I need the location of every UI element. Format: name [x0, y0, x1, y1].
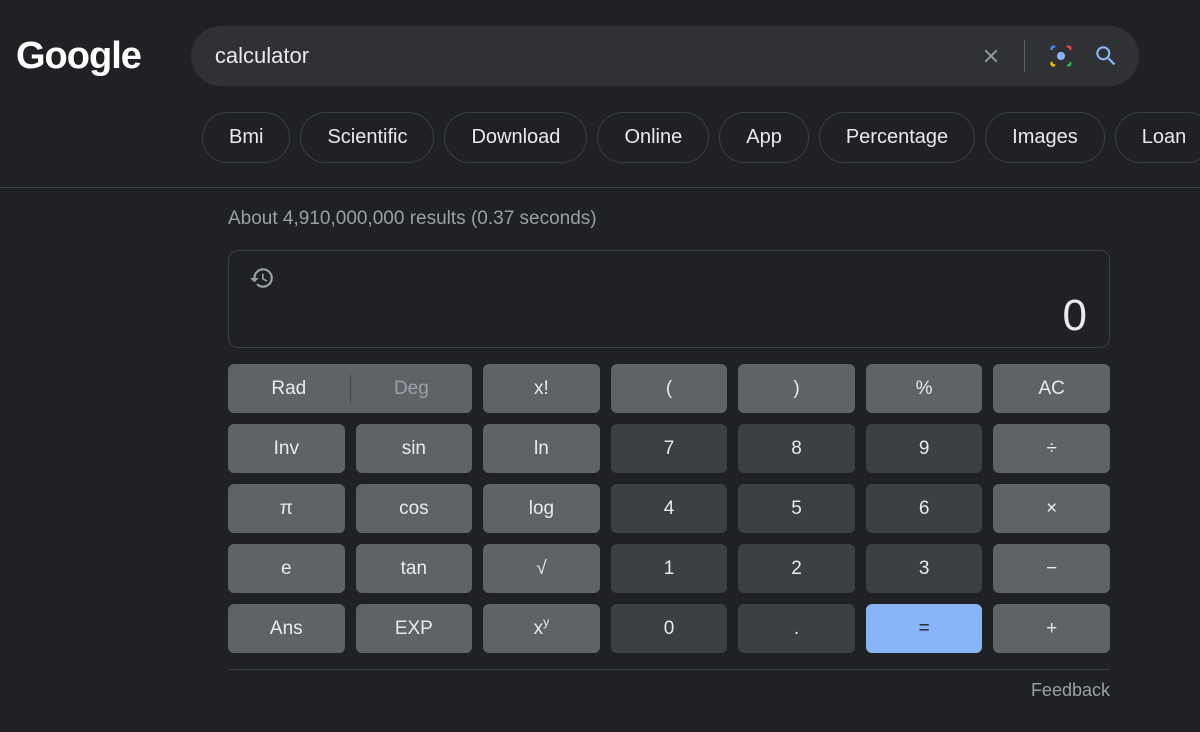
calc-display: 0 — [228, 250, 1110, 348]
chip-online[interactable]: Online — [597, 112, 709, 163]
deg-label: Deg — [351, 378, 473, 400]
num2-button[interactable]: 2 — [738, 544, 855, 593]
multiply-button[interactable]: × — [993, 484, 1110, 533]
chip-app[interactable]: App — [719, 112, 809, 163]
pow-sup: y — [543, 615, 549, 629]
suggestion-chips: Bmi Scientific Download Online App Perce… — [0, 86, 1200, 163]
num5-button[interactable]: 5 — [738, 484, 855, 533]
inv-button[interactable]: Inv — [228, 424, 345, 473]
chip-bmi[interactable]: Bmi — [202, 112, 290, 163]
divider — [0, 187, 1200, 188]
lens-icon[interactable] — [1047, 42, 1075, 70]
log-button[interactable]: log — [483, 484, 600, 533]
ln-button[interactable]: ln — [483, 424, 600, 473]
ac-button[interactable]: AC — [993, 364, 1110, 413]
lparen-button[interactable]: ( — [611, 364, 728, 413]
chip-scientific[interactable]: Scientific — [300, 112, 434, 163]
rad-deg-toggle[interactable]: Rad Deg — [228, 364, 472, 413]
num4-button[interactable]: 4 — [611, 484, 728, 533]
num7-button[interactable]: 7 — [611, 424, 728, 473]
plus-button[interactable]: + — [993, 604, 1110, 653]
history-icon[interactable] — [249, 265, 275, 291]
num3-button[interactable]: 3 — [866, 544, 983, 593]
feedback-link[interactable]: Feedback — [1031, 680, 1110, 701]
pi-button[interactable]: π — [228, 484, 345, 533]
num6-button[interactable]: 6 — [866, 484, 983, 533]
search-input[interactable] — [215, 43, 980, 69]
divider — [1024, 40, 1025, 72]
num8-button[interactable]: 8 — [738, 424, 855, 473]
chip-percentage[interactable]: Percentage — [819, 112, 975, 163]
pow-base: x — [534, 618, 544, 640]
cos-button[interactable]: cos — [356, 484, 473, 533]
chip-download[interactable]: Download — [444, 112, 587, 163]
percent-button[interactable]: % — [866, 364, 983, 413]
minus-button[interactable]: − — [993, 544, 1110, 593]
num1-button[interactable]: 1 — [611, 544, 728, 593]
rparen-button[interactable]: ) — [738, 364, 855, 413]
clear-icon[interactable] — [980, 45, 1002, 67]
google-logo[interactable]: Google — [16, 35, 141, 78]
sqrt-button[interactable]: √ — [483, 544, 600, 593]
num9-button[interactable]: 9 — [866, 424, 983, 473]
pow-button[interactable]: xy — [483, 604, 600, 653]
search-icon[interactable] — [1093, 43, 1119, 69]
search-bar — [191, 26, 1139, 86]
ans-button[interactable]: Ans — [228, 604, 345, 653]
num0-button[interactable]: 0 — [611, 604, 728, 653]
equals-button[interactable]: = — [866, 604, 983, 653]
chip-loan[interactable]: Loan — [1115, 112, 1200, 163]
divide-button[interactable]: ÷ — [993, 424, 1110, 473]
dot-button[interactable]: . — [738, 604, 855, 653]
sin-button[interactable]: sin — [356, 424, 473, 473]
chip-images[interactable]: Images — [985, 112, 1105, 163]
display-value: 0 — [1063, 291, 1087, 341]
tan-button[interactable]: tan — [356, 544, 473, 593]
results-count: About 4,910,000,000 results (0.37 second… — [228, 208, 1200, 230]
exp-button[interactable]: EXP — [356, 604, 473, 653]
calculator-widget: 0 Rad Deg x! ( ) % AC Inv sin ln 7 8 9 ÷… — [228, 250, 1110, 701]
rad-label: Rad — [228, 378, 350, 400]
e-button[interactable]: e — [228, 544, 345, 593]
factorial-button[interactable]: x! — [483, 364, 600, 413]
